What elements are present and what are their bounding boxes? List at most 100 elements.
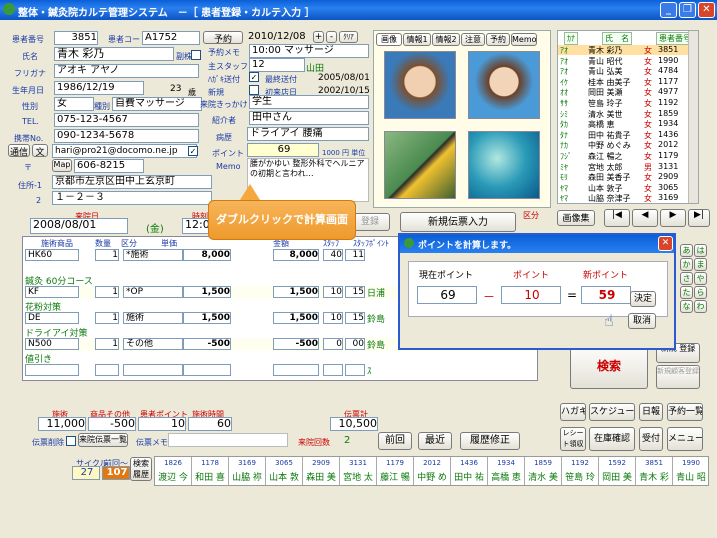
patient-list-item[interactable]: ｱｵ 青木 彩乃 女 3851: [558, 45, 688, 55]
kanji-checkbox[interactable]: [191, 50, 201, 60]
patient-photo-1[interactable]: [384, 51, 456, 119]
patient-list-item[interactable]: ｼﾐ 清水 美世 女 1859: [558, 109, 688, 119]
date-minus-button[interactable]: -: [326, 31, 337, 43]
recent-patient-cell[interactable]: 3169 山脇 祢: [229, 457, 266, 485]
addr2-field[interactable]: １－２－３: [52, 191, 212, 205]
recent-patient-cell[interactable]: 1826 渡辺 今: [155, 457, 192, 485]
table-row[interactable]: ｽ: [23, 364, 537, 377]
haishin-checkbox[interactable]: ✓: [249, 72, 259, 82]
kana-button[interactable]: は: [694, 244, 707, 257]
daily-report-button[interactable]: 日報: [639, 403, 663, 421]
table-cell-unit[interactable]: -500: [183, 338, 231, 350]
close-button[interactable]: ✕: [698, 2, 715, 18]
new-slip-button[interactable]: 新規伝票入力: [400, 212, 516, 232]
table-cell-staff[interactable]: 10: [323, 312, 343, 324]
yoyaku-button[interactable]: 予約: [203, 31, 243, 44]
staff-select[interactable]: 12: [249, 58, 305, 72]
table-cell-qty[interactable]: 1: [95, 249, 119, 261]
table-cell-staff[interactable]: 0: [323, 338, 343, 350]
table-cell-qty[interactable]: 1: [95, 338, 119, 350]
recent-patient-cell[interactable]: 1859 清水 美: [525, 457, 562, 485]
kana-button[interactable]: な: [680, 300, 693, 313]
slip-memo-field[interactable]: [168, 433, 288, 447]
patient-list-item[interactable]: ﾌｼﾞ 森江 暢之 女 1179: [558, 151, 688, 161]
stock-check-button[interactable]: 在庫確認: [589, 427, 635, 451]
table-cell-amt[interactable]: [273, 364, 319, 376]
turtle-photo[interactable]: [468, 131, 540, 199]
visit-date-picker[interactable]: 2008/08/01: [30, 218, 128, 234]
image-collection-button[interactable]: 画像集: [557, 210, 595, 226]
table-cell-staff[interactable]: [323, 364, 343, 376]
table-cell-staff[interactable]: 40: [323, 249, 343, 261]
map-button[interactable]: Map: [52, 159, 72, 172]
table-cell-unit[interactable]: 1,500: [183, 312, 231, 324]
previous-button[interactable]: 前回: [378, 432, 412, 450]
patient-photo-2[interactable]: [468, 51, 540, 119]
menu-button[interactable]: メニュー: [667, 427, 703, 451]
table-cell-kind[interactable]: 施術: [123, 312, 183, 324]
hagaki-button[interactable]: ハガキ: [560, 403, 586, 421]
recent-patient-cell[interactable]: 1178 和田 喜: [192, 457, 229, 485]
photo-tab-5[interactable]: Memo: [511, 33, 537, 46]
birth-field[interactable]: 1986/12/19: [54, 81, 144, 95]
patient-list[interactable]: ｶﾅ氏 名患者番号 ｱｵ 青木 彩乃女 3851 ｱｵ 青山 昭代女 1990 ｱｵ 青山 弘…: [557, 30, 699, 204]
latest-button[interactable]: 最近: [418, 432, 452, 450]
table-cell-staff[interactable]: 10: [323, 286, 343, 298]
patient-code-field[interactable]: A1752: [142, 31, 200, 45]
recent-patient-cell[interactable]: 1192 笹島 玲: [562, 457, 599, 485]
photo-tab-3[interactable]: 注意: [461, 33, 485, 46]
name-field[interactable]: 青木 彩乃: [54, 47, 174, 61]
patient-list-item[interactable]: ﾔﾏ 山本 敦子 女 3065: [558, 183, 688, 193]
new-customer-button[interactable]: 新規顧客登録: [656, 365, 700, 389]
table-cell-item[interactable]: N500: [25, 338, 79, 350]
receipt-button[interactable]: レシート領収書: [560, 427, 586, 451]
memo2-field[interactable]: 腰がかゆい 整形外科でヘルニアの初期と言われ…: [247, 158, 369, 202]
kana-button[interactable]: や: [694, 272, 707, 285]
slip-delete-checkbox[interactable]: [66, 436, 76, 446]
photo-tab-2[interactable]: 情報2: [432, 33, 460, 46]
illness-field[interactable]: ドライアイ 腰痛: [247, 127, 369, 141]
mail-checkbox[interactable]: ✓: [188, 146, 198, 156]
zip-field[interactable]: 606-8215: [74, 159, 144, 173]
table-cell-kind[interactable]: その他: [123, 338, 183, 350]
table-cell-amt[interactable]: 1,500: [273, 286, 319, 298]
recent-patient-cell[interactable]: 2909 森田 美: [303, 457, 340, 485]
yoyaku-list-button[interactable]: 予約一覧: [667, 403, 703, 421]
table-cell-amt[interactable]: -500: [273, 338, 319, 350]
recent-patient-cell[interactable]: 3851 青木 彩: [636, 457, 673, 485]
kana-button[interactable]: あ: [680, 244, 693, 257]
search-history-button[interactable]: 検索履歴: [130, 457, 152, 481]
visit-date-field[interactable]: 2010/12/08: [246, 31, 308, 45]
reception-button[interactable]: 受付: [639, 427, 663, 451]
patient-list-item[interactable]: ｱｵ 青山 弘美 女 4784: [558, 66, 688, 76]
table-cell-unit[interactable]: 1,500: [183, 286, 231, 298]
prev-image-button[interactable]: ◀: [632, 209, 658, 227]
last-image-button[interactable]: ▶|: [688, 209, 710, 227]
table-cell-amt[interactable]: 1,500: [273, 312, 319, 324]
table-cell-kind[interactable]: *OP: [123, 286, 183, 298]
text-button[interactable]: 文: [32, 144, 48, 157]
register-button[interactable]: 登録: [350, 213, 390, 231]
yoyaku-memo-field[interactable]: 10:00 マッサージ: [249, 44, 369, 58]
patient-list-item[interactable]: ﾀｶ 高橋 恵 女 1934: [558, 119, 688, 129]
recent-patient-cell[interactable]: 2012 中野 め: [414, 457, 451, 485]
kana-field[interactable]: アオキ アヤノ: [54, 64, 199, 78]
new-checkbox[interactable]: [249, 85, 259, 95]
patient-list-item[interactable]: ｻｻ 笹島 玲子 女 1192: [558, 98, 688, 108]
patient-list-item[interactable]: ﾀﾅ 田中 祐貴子 女 1436: [558, 130, 688, 140]
recent-patient-cell[interactable]: 1436 田中 祐: [451, 457, 488, 485]
decide-button[interactable]: 決定: [630, 291, 656, 307]
table-cell-item[interactable]: [25, 364, 79, 376]
patient-list-item[interactable]: ﾔﾏ 山脇 奈津子 女 3169: [558, 193, 688, 203]
mail-button[interactable]: 通信: [8, 144, 30, 157]
table-cell-spt[interactable]: 00: [345, 338, 365, 350]
table-cell-spt[interactable]: 15: [345, 286, 365, 298]
kana-button[interactable]: ら: [694, 286, 707, 299]
date-clear-button[interactable]: ｸﾘｱ: [339, 31, 358, 43]
table-cell-kind[interactable]: *施術: [123, 249, 183, 261]
restore-button[interactable]: ❐: [679, 2, 696, 18]
dialog-close-button[interactable]: ✕: [658, 236, 673, 251]
kana-button[interactable]: わ: [694, 300, 707, 313]
table-cell-spt[interactable]: 15: [345, 312, 365, 324]
patient-list-item[interactable]: ﾐﾔ 宮地 太郎 男 3131: [558, 162, 688, 172]
